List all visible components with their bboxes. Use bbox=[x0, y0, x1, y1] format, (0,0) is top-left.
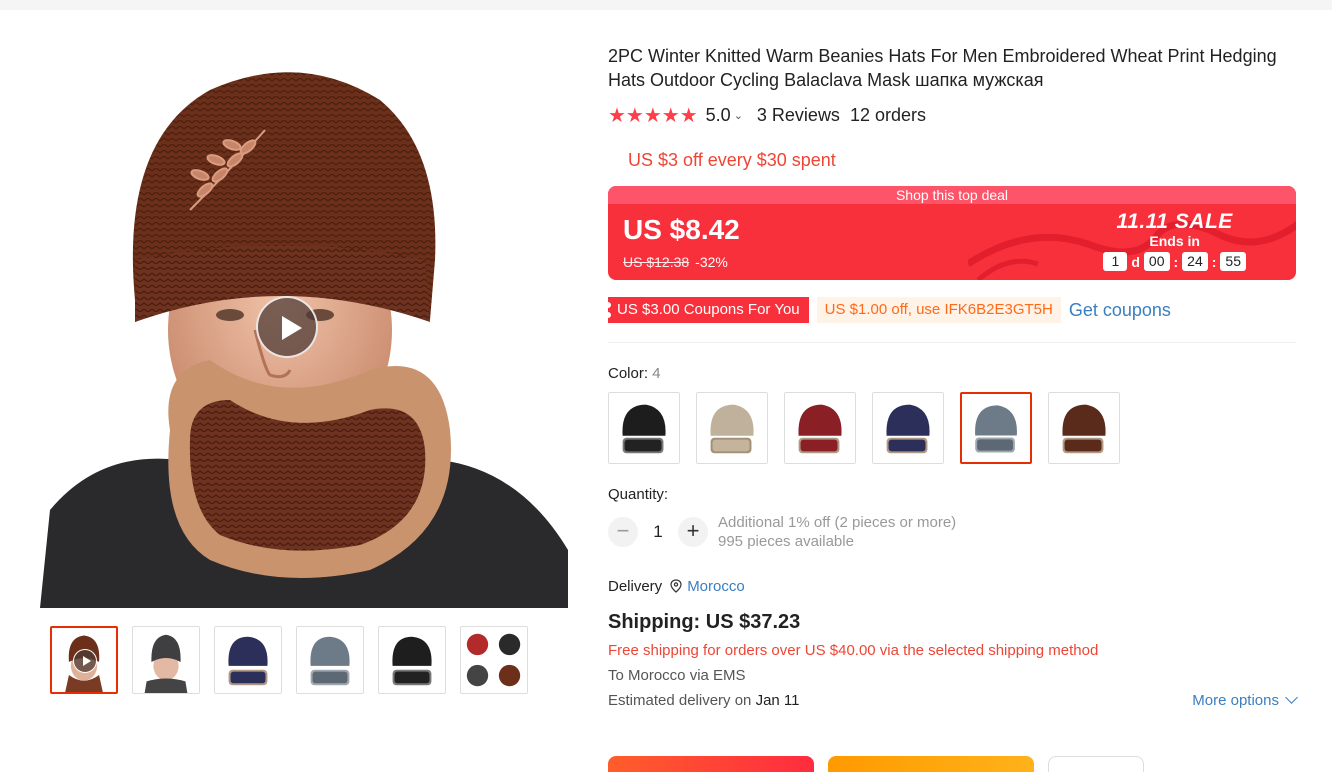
chevron-down-icon bbox=[1285, 691, 1298, 704]
free-shipping-note: Free shipping for orders over US $40.00 … bbox=[608, 642, 1099, 659]
quantity-label: Quantity: bbox=[608, 486, 669, 503]
wishlist-button[interactable] bbox=[1048, 756, 1144, 772]
get-coupons-link[interactable]: Get coupons bbox=[1069, 300, 1171, 321]
countdown-days-unit: d bbox=[1131, 253, 1140, 270]
color-swatches bbox=[608, 392, 1298, 464]
sale-title: 11.11 SALE bbox=[1116, 210, 1233, 233]
add-to-cart-button[interactable] bbox=[828, 756, 1034, 772]
deal-body: US $8.42 US $12.38 -32% 11.11 SALE Ends i… bbox=[608, 204, 1296, 280]
rating-row: ★★★★★ 5.0 ⌄ 3 Reviews 12 orders bbox=[608, 102, 1298, 128]
color-swatch-navy[interactable] bbox=[872, 392, 944, 464]
shipping-cost: Shipping: US $37.23 bbox=[608, 611, 801, 633]
deal-banner: Shop this top deal US $8.42 US $12.38 -32… bbox=[608, 186, 1296, 280]
shipping-method: To Morocco via EMS bbox=[608, 667, 746, 684]
star-rating-icon: ★★★★★ bbox=[608, 104, 698, 127]
discount-percent: -32% bbox=[695, 254, 728, 270]
delivery-location-link[interactable]: Morocco bbox=[687, 578, 745, 595]
original-price-row: US $12.38 -32% bbox=[623, 254, 728, 270]
main-product-image[interactable] bbox=[40, 30, 568, 608]
delivery-row: Delivery Morocco bbox=[608, 575, 1298, 597]
countdown-timer: 1 d 00 : 24 : 55 bbox=[1103, 252, 1246, 271]
reviews-link[interactable]: 3 Reviews bbox=[757, 105, 840, 126]
delivery-label: Delivery bbox=[608, 577, 663, 595]
thumbnail-4[interactable] bbox=[296, 626, 364, 694]
estimated-delivery-date: Jan 11 bbox=[755, 692, 800, 709]
play-video-button[interactable] bbox=[256, 296, 318, 358]
purchase-buttons bbox=[608, 756, 1144, 772]
countdown-seconds: 55 bbox=[1220, 252, 1246, 271]
color-swatch-beige[interactable] bbox=[696, 392, 768, 464]
sale-countdown: 11.11 SALE Ends in 1 d 00 : 24 : 55 bbox=[1103, 210, 1246, 271]
original-price: US $12.38 bbox=[623, 254, 690, 270]
thumbnail-play-icon bbox=[73, 649, 97, 673]
rating-value[interactable]: 5.0 bbox=[706, 105, 731, 126]
color-swatch-burgundy[interactable] bbox=[784, 392, 856, 464]
section-divider bbox=[608, 342, 1296, 343]
quantity-minus-button[interactable]: − bbox=[608, 517, 638, 547]
countdown-separator: : bbox=[1173, 253, 1179, 270]
estimated-delivery-label: Estimated delivery on bbox=[608, 692, 756, 709]
more-options-label: More options bbox=[1192, 692, 1279, 709]
store-promo-text[interactable]: US $3 off every $30 spent bbox=[628, 150, 1298, 176]
quantity-plus-button[interactable]: + bbox=[678, 517, 708, 547]
store-coupon-badge[interactable]: US $3.00 Coupons For You bbox=[605, 297, 809, 323]
thumbnail-5[interactable] bbox=[378, 626, 446, 694]
color-swatch-grey[interactable] bbox=[960, 392, 1032, 464]
orders-count: 12 orders bbox=[849, 104, 926, 125]
thumbnail-3[interactable] bbox=[214, 626, 282, 694]
more-options-link[interactable]: More options bbox=[1192, 688, 1298, 713]
location-pin-icon bbox=[670, 579, 682, 593]
countdown-days: 1 bbox=[1103, 252, 1128, 271]
product-info: 2PC Winter Knitted Warm Beanies Hats For… bbox=[605, 44, 1298, 713]
countdown-separator: : bbox=[1211, 253, 1217, 270]
thumbnail-strip bbox=[50, 626, 528, 694]
thumbnail-1[interactable] bbox=[50, 626, 118, 694]
deal-header: Shop this top deal bbox=[608, 186, 1296, 204]
quantity-stepper: − 1 + Additional 1% off (2 pieces or mor… bbox=[608, 514, 1298, 557]
color-label-text: Color: bbox=[608, 365, 653, 382]
stock-available: 995 pieces available bbox=[718, 533, 854, 550]
product-title: 2PC Winter Knitted Warm Beanies Hats For… bbox=[608, 46, 1277, 90]
sale-price: US $8.42 bbox=[623, 214, 740, 245]
sale-ends-label: Ends in bbox=[1149, 233, 1200, 249]
countdown-minutes: 24 bbox=[1182, 252, 1208, 271]
buy-now-button[interactable] bbox=[608, 756, 814, 772]
countdown-hours: 00 bbox=[1143, 252, 1170, 271]
code-coupon-badge[interactable]: US $1.00 off, use IFK6B2E3GT5H bbox=[816, 297, 1061, 323]
thumbnail-2[interactable] bbox=[132, 626, 200, 694]
coupon-row: US $3.00 Coupons For You US $1.00 off, u… bbox=[605, 296, 1298, 324]
thumbnail-6[interactable] bbox=[460, 626, 528, 694]
estimated-delivery-row: Estimated delivery on Jan 11 More option… bbox=[608, 688, 1298, 713]
color-label: Color: 4 bbox=[608, 365, 1298, 382]
quantity-info: Additional 1% off (2 pieces or more) 995… bbox=[718, 513, 956, 551]
top-strip bbox=[0, 0, 1332, 10]
quantity-input[interactable]: 1 bbox=[638, 517, 678, 547]
color-selected-index: 4 bbox=[652, 365, 661, 382]
bulk-discount-note: Additional 1% off (2 pieces or more) bbox=[718, 514, 957, 531]
chevron-down-icon[interactable]: ⌄ bbox=[734, 109, 743, 122]
color-swatch-black[interactable] bbox=[608, 392, 680, 464]
color-swatch-brown[interactable] bbox=[1048, 392, 1120, 464]
